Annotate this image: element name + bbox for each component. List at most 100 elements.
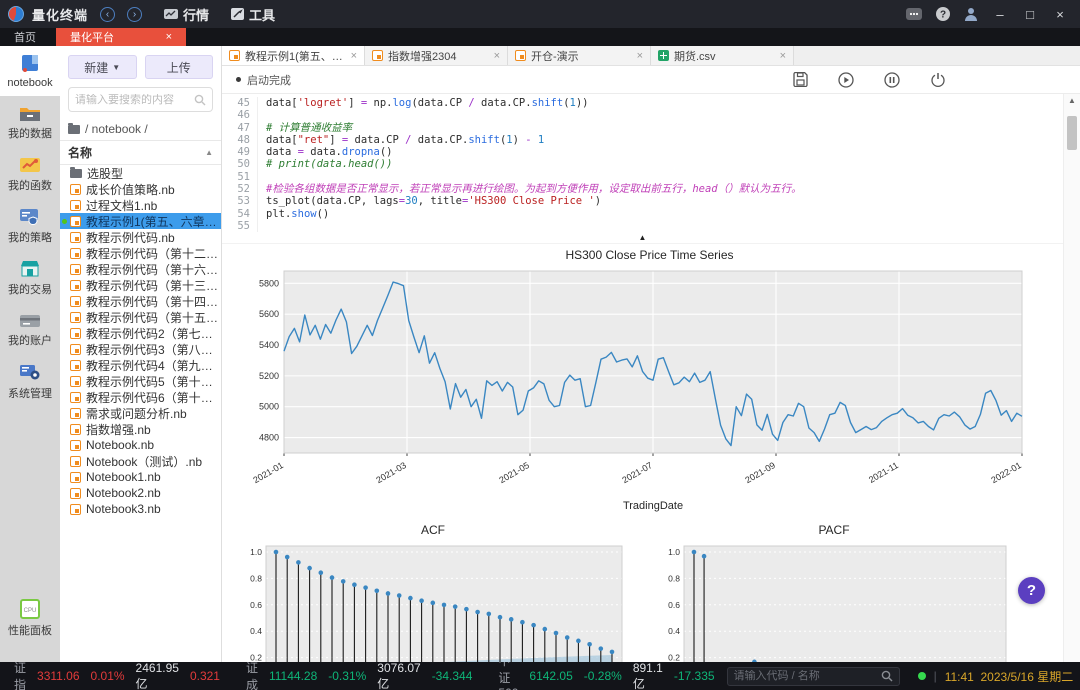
file-row[interactable]: 教程示例代码4（第九章）.nb bbox=[60, 357, 221, 373]
file-search-input[interactable] bbox=[75, 94, 190, 106]
minimize-button[interactable]: – bbox=[992, 7, 1008, 22]
file-name: Notebook3.nb bbox=[86, 502, 161, 516]
scroll-up-icon[interactable]: ▲ bbox=[1064, 96, 1080, 105]
tab-quant-platform[interactable]: 量化平台 × bbox=[56, 28, 186, 46]
index-volume: 2461.95亿 bbox=[136, 661, 179, 690]
code-cell[interactable]: 4546474849505152535455 data['logret'] = … bbox=[222, 94, 1063, 232]
svg-text:5600: 5600 bbox=[259, 309, 279, 319]
app-title: 量化终端 bbox=[32, 5, 88, 24]
file-row[interactable]: 教程示例代码5（第十章）.nb bbox=[60, 373, 221, 389]
file-row[interactable]: 教程示例代码（第十二章）.nb bbox=[60, 245, 221, 261]
breadcrumb[interactable]: / notebook / bbox=[60, 120, 221, 140]
svg-text:0.4: 0.4 bbox=[250, 626, 262, 636]
sidebar-item-我的交易[interactable]: 我的交易 bbox=[0, 252, 60, 304]
file-row[interactable]: 教程示例代码2（第七章）.nb bbox=[60, 325, 221, 341]
file-row[interactable]: 教程示例代码.nb bbox=[60, 229, 221, 245]
sidebar-item-系统管理[interactable]: 系统管理 bbox=[0, 356, 60, 408]
close-tab-icon[interactable]: × bbox=[780, 50, 786, 62]
svg-text:CPU: CPU bbox=[24, 608, 37, 614]
menu-quotes[interactable]: 行情 bbox=[164, 5, 209, 24]
file-row[interactable]: 教程示例代码（第十三章）.nb bbox=[60, 277, 221, 293]
new-button[interactable]: 新建▼ bbox=[68, 55, 137, 79]
file-panel: 新建▼ 上传 / notebook / 名称 ▲ 选股型 成长价值策略.nb 过… bbox=[60, 46, 222, 662]
user-icon[interactable] bbox=[964, 7, 978, 21]
file-row[interactable]: Notebook（测试）.nb bbox=[60, 453, 221, 469]
file-row[interactable]: Notebook3.nb bbox=[60, 501, 221, 517]
sidebar-item-notebook[interactable]: notebook bbox=[0, 46, 60, 96]
sort-asc-icon[interactable]: ▲ bbox=[205, 148, 213, 157]
close-tab-icon[interactable]: × bbox=[637, 50, 643, 62]
tab-home[interactable]: 首页 bbox=[0, 28, 56, 46]
document-tab-bar: 教程示例1(第五、六章).nb × 指数增强2304 × 开仓-演示 × 期货.… bbox=[222, 46, 1080, 66]
notebook-file-icon bbox=[70, 376, 81, 387]
index-change: -17.335 bbox=[674, 669, 715, 683]
menu-tools[interactable]: 工具 bbox=[231, 5, 275, 24]
close-tab-icon[interactable]: × bbox=[494, 50, 500, 62]
separator: | bbox=[934, 669, 937, 683]
close-button[interactable]: × bbox=[1052, 7, 1068, 22]
notebook-file-icon bbox=[70, 344, 81, 355]
document-tab[interactable]: 教程示例1(第五、六章).nb × bbox=[222, 46, 365, 65]
sidebar-item-我的数据[interactable]: 我的数据 bbox=[0, 96, 60, 148]
notebook-file-icon bbox=[70, 504, 81, 515]
file-row[interactable]: 需求或问题分析.nb bbox=[60, 405, 221, 421]
file-row[interactable]: 成长价值策略.nb bbox=[60, 181, 221, 197]
scrollbar-thumb[interactable] bbox=[1067, 116, 1077, 150]
search-icon bbox=[194, 94, 206, 106]
notebook-file-icon bbox=[70, 424, 81, 435]
file-name: 教程示例代码2（第七章）.nb bbox=[86, 325, 219, 342]
floating-help-button[interactable]: ? bbox=[1018, 577, 1045, 604]
svg-text:1.0: 1.0 bbox=[668, 547, 680, 557]
file-search[interactable] bbox=[68, 87, 213, 112]
collapse-output-handle[interactable]: ▲ bbox=[222, 232, 1063, 244]
file-row[interactable]: 指数增强.nb bbox=[60, 421, 221, 437]
file-row[interactable]: 教程示例代码（第十四章）.nb bbox=[60, 293, 221, 309]
shutdown-icon[interactable] bbox=[930, 72, 946, 88]
file-name: 教程示例代码.nb bbox=[86, 229, 175, 246]
file-row[interactable]: 教程示例代码3（第八章）.nb bbox=[60, 341, 221, 357]
name-column-header[interactable]: 名称 ▲ bbox=[60, 140, 221, 165]
ticker-search-input[interactable] bbox=[734, 670, 876, 682]
file-row[interactable]: Notebook.nb bbox=[60, 437, 221, 453]
file-row[interactable]: 过程文档1.nb bbox=[60, 197, 221, 213]
svg-text:5400: 5400 bbox=[259, 340, 279, 350]
upload-button[interactable]: 上传 bbox=[145, 55, 214, 79]
index-price: 6142.05 bbox=[529, 669, 572, 683]
file-row[interactable]: Notebook2.nb bbox=[60, 485, 221, 501]
file-name: 教程示例代码（第十四章）.nb bbox=[86, 293, 219, 310]
ticker-search[interactable] bbox=[727, 667, 900, 686]
run-icon[interactable] bbox=[838, 72, 854, 88]
file-row[interactable]: Notebook1.nb bbox=[60, 469, 221, 485]
nav-forward-button[interactable]: › bbox=[127, 7, 142, 22]
quant-terminal-window: 量化终端 ‹ › 行情 工具 ? – □ × 首页 量化平台 × bbox=[0, 0, 1080, 690]
file-row[interactable]: 选股型 bbox=[60, 165, 221, 181]
svg-text:0.4: 0.4 bbox=[668, 626, 680, 636]
app-logo-icon bbox=[8, 6, 24, 22]
file-row[interactable]: 教程示例1(第五、六章).nb bbox=[60, 213, 221, 229]
file-name: Notebook1.nb bbox=[86, 470, 161, 484]
index-change: -34.344 bbox=[432, 669, 473, 683]
help-icon[interactable]: ? bbox=[936, 7, 950, 21]
notebook-file-icon bbox=[70, 456, 81, 467]
document-tab[interactable]: 期货.csv × bbox=[651, 46, 794, 65]
close-tab-icon[interactable]: × bbox=[166, 31, 172, 43]
sidebar-item-我的策略[interactable]: 我的策略 bbox=[0, 200, 60, 252]
sidebar-item-我的账户[interactable]: 我的账户 bbox=[0, 304, 60, 356]
pause-icon[interactable] bbox=[884, 72, 900, 88]
file-row[interactable]: 教程示例代码6（第十一章）.nb bbox=[60, 389, 221, 405]
document-tab[interactable]: 开仓-演示 × bbox=[508, 46, 651, 65]
file-row[interactable]: 教程示例代码（第十五章）.nb bbox=[60, 309, 221, 325]
sidebar-item-性能面板[interactable]: CPU 性能面板 bbox=[0, 592, 60, 644]
sidebar-item-我的函数[interactable]: 我的函数 bbox=[0, 148, 60, 200]
vertical-scrollbar[interactable]: ▲ bbox=[1063, 94, 1080, 662]
save-icon[interactable] bbox=[793, 72, 808, 87]
close-tab-icon[interactable]: × bbox=[351, 50, 357, 62]
file-name: Notebook.nb bbox=[86, 438, 154, 452]
maximize-button[interactable]: □ bbox=[1022, 7, 1038, 22]
nav-back-button[interactable]: ‹ bbox=[100, 7, 115, 22]
file-row[interactable]: 教程示例代码（第十六章）.nb bbox=[60, 261, 221, 277]
notebook-file-icon bbox=[70, 472, 81, 483]
document-tab[interactable]: 指数增强2304 × bbox=[365, 46, 508, 65]
code-editor[interactable]: data['logret'] = np.log(data.CP / data.C… bbox=[258, 97, 802, 232]
messages-icon[interactable] bbox=[906, 8, 922, 21]
